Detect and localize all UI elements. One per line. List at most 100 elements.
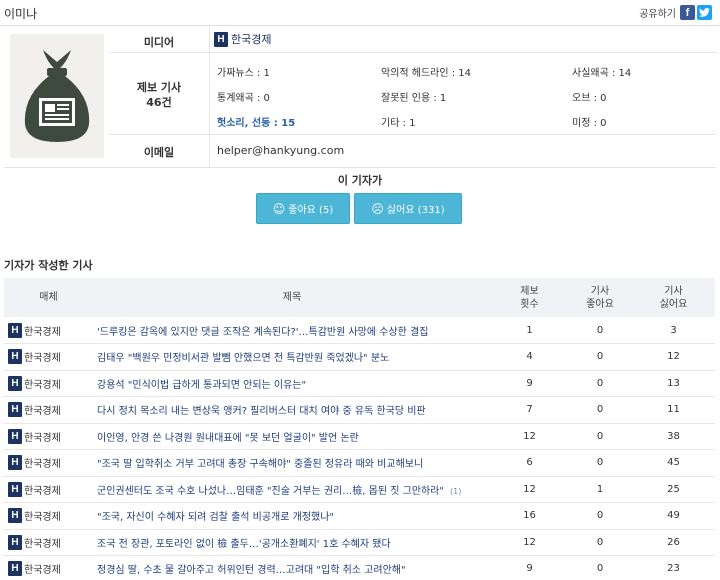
article-title-link[interactable]: 강용석 "민식이법 급하게 통과되면 안되는 이유는" xyxy=(97,380,306,391)
divider xyxy=(209,26,210,168)
article-title-link[interactable]: 김태우 "백원우 민정비서관 발뺌 안했으면 전 특감반원 죽었겠나" 분노 xyxy=(97,353,389,364)
avatar xyxy=(10,34,104,158)
media-name: 한국경제 xyxy=(231,33,272,46)
dislike-count-cell: 45 xyxy=(632,449,715,477)
article-title-link[interactable]: 이인영, 안경 쓴 나경원 원내대표에 "못 보던 얼굴이" 발언 논란 xyxy=(97,433,359,444)
article-title-cell[interactable]: 강용석 "민식이법 급하게 통과되면 안되는 이유는" xyxy=(93,370,491,397)
article-title-cell[interactable]: 김태우 "백원우 민정비서관 발뺌 안했으면 전 특감반원 죽었겠나" 분노 xyxy=(93,343,491,371)
report-count-cell: 7 xyxy=(491,396,568,424)
media-cell: H 한국경제 xyxy=(4,317,93,344)
table-row[interactable]: H 한국경제 김태우 "백원우 민정비서관 발뺌 안했으면 전 특감반원 죽었겠나"… xyxy=(4,343,715,371)
article-title-cell[interactable]: 이인영, 안경 쓴 나경원 원내대표에 "못 보던 얼굴이" 발언 논란 xyxy=(93,423,491,450)
article-title-cell[interactable]: 조국 전 장관, 포토라인 없이 檢 출두…'공개소환폐지' 1호 수혜자 됐다 xyxy=(93,529,491,556)
like-button[interactable]: ☺ 좋아요 (5) xyxy=(256,193,350,224)
table-row[interactable]: H 한국경제 "조국 딸 입학취소 거부 고려대 총장 구속해야" 중졸된 정유라 … xyxy=(4,449,715,477)
report-count-label: 제보 기사 46건 xyxy=(109,80,209,110)
like-count-cell: 0 xyxy=(568,343,632,371)
report-count-cell: 12 xyxy=(491,476,568,503)
article-title-link[interactable]: 조국 전 장관, 포토라인 없이 檢 출두…'공개소환폐지' 1호 수혜자 됐다 xyxy=(97,539,391,550)
table-row[interactable]: H 한국경제 이인영, 안경 쓴 나경원 원내대표에 "못 보던 얼굴이" 발언 논… xyxy=(4,423,715,450)
media-cell: H 한국경제 xyxy=(4,370,93,397)
table-row[interactable]: H 한국경제 "조국, 자신이 수혜자 되려 검찰 출석 비공개로 개정했나" 16 0… xyxy=(4,502,715,530)
media-cell: H 한국경제 xyxy=(4,555,93,580)
hankyung-logo-icon: H xyxy=(8,508,22,524)
article-title-link[interactable]: 다시 정치 목소리 내는 변상욱 앵커? 필리버스터 대치 여야 중 유독 한국… xyxy=(97,406,426,417)
dislike-count-cell: 13 xyxy=(632,370,715,397)
like-count-cell: 0 xyxy=(568,449,632,477)
like-count-cell: 0 xyxy=(568,555,632,580)
like-count-cell: 0 xyxy=(568,317,632,344)
article-title-cell[interactable]: '드루킹은 감옥에 있지만 댓글 조작은 계속된다?'…특감반원 사망에 수상한… xyxy=(93,317,491,344)
dislike-button[interactable]: ☹ 싫어요 (331) xyxy=(354,193,462,224)
media-cell: H 한국경제 xyxy=(4,476,93,503)
media-name: 한국경제 xyxy=(24,538,61,550)
table-row[interactable]: H 한국경제 다시 정치 목소리 내는 변상욱 앵커? 필리버스터 대치 여야 중 … xyxy=(4,396,715,424)
media-name: 한국경제 xyxy=(24,326,61,338)
email-label: 이메일 xyxy=(143,146,175,159)
media-name: 한국경제 xyxy=(24,353,61,365)
report-count-cell: 1 xyxy=(491,317,568,344)
frown-icon: ☹ xyxy=(371,201,384,216)
column-header-dislikes: 기사 싫어요 xyxy=(632,278,715,317)
like-count-cell: 0 xyxy=(568,502,632,530)
media-name: 한국경제 xyxy=(24,432,61,444)
articles-section-title: 기자가 작성한 기사 xyxy=(4,259,93,272)
dislike-count-cell: 23 xyxy=(632,555,715,580)
dislike-count-cell: 25 xyxy=(632,476,715,503)
article-title-link[interactable]: 군인권센터도 조국 수호 나섰나…임태훈 "진술 거부는 권리…檢, 몹된 짓 … xyxy=(97,486,444,497)
facebook-icon[interactable]: f xyxy=(680,5,695,20)
table-row[interactable]: H 한국경제 정경심 딸, 수초 물 갈아주고 허위인턴 경력…고려대 "입학 취소… xyxy=(4,555,715,580)
hankyung-logo-icon: H xyxy=(8,402,22,418)
media-cell: H 한국경제 xyxy=(4,529,93,556)
article-title-cell[interactable]: 군인권센터도 조국 수호 나섰나…임태훈 "진술 거부는 권리…檢, 몹된 짓 … xyxy=(93,476,491,503)
column-header-likes: 기사 좋아요 xyxy=(568,278,632,317)
dislike-label: 싫어요 (331) xyxy=(386,205,445,216)
share-label: 공유하기 xyxy=(639,9,676,20)
report-count-cell: 4 xyxy=(491,343,568,371)
article-title-cell[interactable]: 다시 정치 목소리 내는 변상욱 앵커? 필리버스터 대치 여야 중 유독 한국… xyxy=(93,396,491,424)
like-count-cell: 0 xyxy=(568,529,632,556)
media-name: 한국경제 xyxy=(24,485,61,497)
money-bag-newspaper-icon xyxy=(24,50,90,142)
article-title-cell[interactable]: "조국 딸 입학취소 거부 고려대 총장 구속해야" 중졸된 정유라 때와 비교… xyxy=(93,449,491,477)
hankyung-logo-icon: H xyxy=(214,31,228,47)
like-count-cell: 0 xyxy=(568,370,632,397)
media-cell: H 한국경제 xyxy=(4,502,93,530)
twitter-icon[interactable] xyxy=(697,5,712,20)
articles-table: 매체 제목 제보 횟수 기사 좋아요 기사 싫어요 H 한국경제 '드루킹은 감옥에… xyxy=(4,278,715,580)
likes-header-text: 기사 좋아요 xyxy=(586,285,614,310)
stat-fact-distortion: 사실왜곡 : 14 xyxy=(572,68,632,79)
hankyung-logo-icon: H xyxy=(8,322,22,338)
like-count-cell: 0 xyxy=(568,396,632,424)
reports-header-text: 제보 횟수 xyxy=(520,285,539,310)
like-count-cell: 0 xyxy=(568,423,632,450)
stat-undecided: 미정 : 0 xyxy=(572,118,607,129)
column-header-reports: 제보 횟수 xyxy=(491,278,568,317)
table-row[interactable]: H 한국경제 조국 전 장관, 포토라인 없이 檢 출두…'공개소환폐지' 1호 수… xyxy=(4,529,715,556)
column-header-media: 매체 xyxy=(4,278,93,317)
divider xyxy=(109,134,716,135)
table-row[interactable]: H 한국경제 강용석 "민식이법 급하게 통과되면 안되는 이유는" 9 0 13 xyxy=(4,370,715,397)
article-title-link[interactable]: 정경심 딸, 수초 물 갈아주고 허위인턴 경력…고려대 "입학 취소 고려안해… xyxy=(97,565,406,576)
media-name: 한국경제 xyxy=(24,565,61,577)
article-title-link[interactable]: '드루킹은 감옥에 있지만 댓글 조작은 계속된다?'…특감반원 사망에 수상한… xyxy=(97,327,428,338)
report-count-cell: 9 xyxy=(491,555,568,580)
dislikes-header-text: 기사 싫어요 xyxy=(659,285,688,310)
media-cell: H 한국경제 xyxy=(4,423,93,450)
like-label: 좋아요 (5) xyxy=(288,205,334,216)
report-count-cell: 12 xyxy=(491,423,568,450)
dislike-count-cell: 3 xyxy=(632,317,715,344)
media-label: 미디어 xyxy=(143,36,175,49)
article-title-link[interactable]: "조국 딸 입학취소 거부 고려대 총장 구속해야" 중졸된 정유라 때와 비교… xyxy=(97,459,423,470)
article-title-cell[interactable]: 정경심 딸, 수초 물 갈아주고 허위인턴 경력…고려대 "입학 취소 고려안해… xyxy=(93,555,491,580)
stat-nonsense-agitation: 헛소리, 선동 : 15 xyxy=(217,118,296,129)
reporter-name: 이미나 xyxy=(4,7,38,21)
article-title-link[interactable]: "조국, 자신이 수혜자 되려 검찰 출석 비공개로 개정했나" xyxy=(97,512,334,523)
media-cell: H 한국경제 xyxy=(4,396,93,424)
media-value[interactable]: H 한국경제 xyxy=(214,31,271,47)
table-row[interactable]: H 한국경제 군인권센터도 조국 수호 나섰나…임태훈 "진술 거부는 권리…檢, … xyxy=(4,476,715,503)
media-name: 한국경제 xyxy=(24,512,61,524)
dislike-count-cell: 12 xyxy=(632,343,715,371)
table-row[interactable]: H 한국경제 '드루킹은 감옥에 있지만 댓글 조작은 계속된다?'…특감반원 사망… xyxy=(4,317,715,344)
article-title-cell[interactable]: "조국, 자신이 수혜자 되려 검찰 출석 비공개로 개정했나" xyxy=(93,502,491,530)
